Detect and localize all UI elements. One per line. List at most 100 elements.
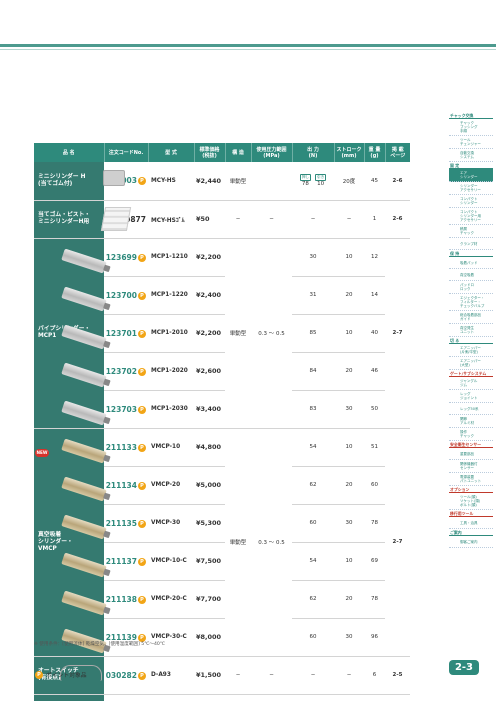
sidebar-item[interactable]: ツール チェンジャー	[449, 136, 493, 149]
stroke: −	[334, 694, 364, 701]
weight: 6	[364, 656, 385, 695]
order-code: 211135 P	[60, 504, 148, 543]
header-col: 使用圧力範囲 (MPa)	[251, 143, 293, 162]
header-col: 重 量 (g)	[364, 143, 386, 162]
sidebar-item[interactable]: 総合吸着部品 ガイド	[449, 311, 493, 324]
sidebar-item[interactable]: レッグ ジョイント	[449, 390, 493, 403]
structure: −	[225, 656, 251, 695]
weight: 14	[364, 276, 385, 315]
price: ¥2,400	[194, 276, 225, 315]
sidebar-item[interactable]: 関係機器付 センサー	[449, 460, 493, 473]
price: ¥7,700	[194, 580, 225, 619]
page-ref: 2-6	[385, 200, 410, 239]
table-header: 品 名注文コードNo. 型 式標準価格 (税抜) 構 造使用圧力範囲 (MPa) 出 力(…	[34, 143, 410, 162]
price: ¥5,300	[194, 504, 225, 543]
point-icon: P	[138, 671, 146, 680]
header-col: 掲 載ページ	[385, 143, 410, 162]
model: MCY-HSｺﾞﾑ	[100, 200, 194, 239]
model: VMCP-30-C	[148, 618, 194, 657]
sidebar-item[interactable]: チャック ブッシング 手順	[449, 119, 493, 136]
output: −	[292, 200, 334, 239]
output: −	[292, 694, 334, 701]
price: ¥50	[194, 200, 225, 239]
sidebar-item[interactable]: 吸着パッド	[449, 257, 493, 269]
sidebar-heading: 切 る	[449, 337, 493, 344]
product-name: ミニシリンダー H (当てゴム付)	[34, 162, 104, 201]
output-label: 押し	[299, 174, 311, 182]
top-accent-bar	[0, 44, 496, 47]
sidebar-item[interactable]: ツール(頭) ソケット(頭) ボルト(頭)	[449, 493, 493, 510]
page-number: 2-3	[449, 660, 479, 675]
price: ¥4,800	[194, 428, 225, 467]
sidebar-item[interactable]: 工具・治具	[449, 517, 493, 529]
price: ¥5,000	[194, 466, 225, 505]
structure: −	[225, 200, 251, 239]
point-icon: P	[138, 291, 146, 300]
product-name: オートスイッチ(無接点)	[34, 694, 104, 701]
product-image	[103, 169, 125, 186]
sidebar-item[interactable]: エアニッパー (大型)	[449, 357, 493, 370]
header-col: 注文コードNo.	[104, 143, 149, 162]
pressure	[251, 162, 292, 201]
stroke: 20	[334, 466, 364, 505]
stroke: 10	[334, 428, 364, 467]
sidebar-item[interactable]: 操作 チャック	[449, 428, 493, 441]
weight: 96	[364, 618, 385, 657]
point-icon: P	[138, 177, 146, 186]
model: VMCP-10-C	[148, 542, 194, 581]
point-icon: P	[138, 329, 146, 338]
weight: 12	[364, 238, 385, 277]
price: ¥1,500	[194, 656, 225, 695]
order-code: 211133 P	[60, 428, 148, 467]
order-code: 030282 P	[59, 656, 148, 695]
sidebar-item[interactable]: コンパクト シリンダー用 アクセサリー	[449, 208, 493, 225]
output: 60	[292, 618, 334, 657]
price: ¥7,500	[194, 542, 225, 581]
sidebar-item[interactable]: シリンダー アクセサリー	[449, 182, 493, 195]
sidebar-item[interactable]: パッドロ ロック	[449, 281, 493, 294]
order-code: 123702 P	[60, 352, 148, 391]
sidebar-item[interactable]: 御客ご案内	[449, 536, 493, 548]
stroke: 10	[334, 542, 364, 581]
model: VMCP-30	[148, 504, 194, 543]
sidebar-item[interactable]: エジェクター・ フィルター・ チェックバルブ	[449, 294, 493, 311]
model: D-A93	[148, 656, 194, 695]
sidebar-heading: チャック交換	[449, 112, 493, 119]
sidebar-item[interactable]: クランプ材	[449, 238, 493, 250]
point-icon: P	[35, 670, 43, 679]
sidebar-item[interactable]: 積層 チャック	[449, 225, 493, 238]
model: MCY-HS	[103, 162, 194, 201]
stroke: −	[334, 656, 364, 695]
sidebar-item[interactable]: 真空発生 ユニット	[449, 324, 493, 337]
stroke: 20度	[334, 162, 364, 201]
page-ref: 2-7	[385, 428, 410, 657]
sidebar-item[interactable]: レッグ50系	[449, 403, 493, 415]
page-ref: 2-7	[385, 238, 410, 429]
table-row: オートスイッチ(無接点)030425PD-M9N¥2,400−−−−82-5	[34, 694, 410, 701]
sidebar-item[interactable]: 真空吸着	[449, 269, 493, 281]
point-icon: P	[138, 519, 146, 528]
sidebar-item[interactable]: ジャングル ジム	[449, 377, 493, 390]
sidebar-heading: ゲート/サブシステム	[449, 370, 493, 377]
sidebar-item[interactable]: 関節 アルミ材	[449, 415, 493, 428]
weight: 40	[364, 314, 385, 353]
structure: 単動型	[225, 238, 251, 429]
stroke: 30	[334, 618, 364, 657]
stroke: −	[334, 200, 364, 239]
sidebar-item[interactable]: 電源装置 パトユニット	[449, 473, 493, 486]
order-code: 211134 P	[60, 466, 148, 505]
order-code: 123699 P	[60, 238, 148, 277]
sidebar-item[interactable]: エアニッパー (片側/平型)	[449, 344, 493, 357]
stroke: 20	[334, 276, 364, 315]
model: D-M9N	[148, 694, 194, 701]
output: 31	[292, 276, 334, 315]
point-legend: P ポイント対象品	[34, 670, 87, 679]
sidebar-item[interactable]: 重要部品	[449, 448, 493, 460]
sidebar-item[interactable]: 自動交換 システム	[449, 149, 493, 162]
order-code: 211138 P	[60, 580, 148, 619]
sidebar-item[interactable]: コンパクト シリンダー	[449, 195, 493, 208]
sidebar-item[interactable]: エア シリンダー	[449, 169, 493, 182]
model: VMCP-20	[148, 466, 194, 505]
output: −	[292, 656, 334, 695]
model: VMCP-20-C	[148, 580, 194, 619]
